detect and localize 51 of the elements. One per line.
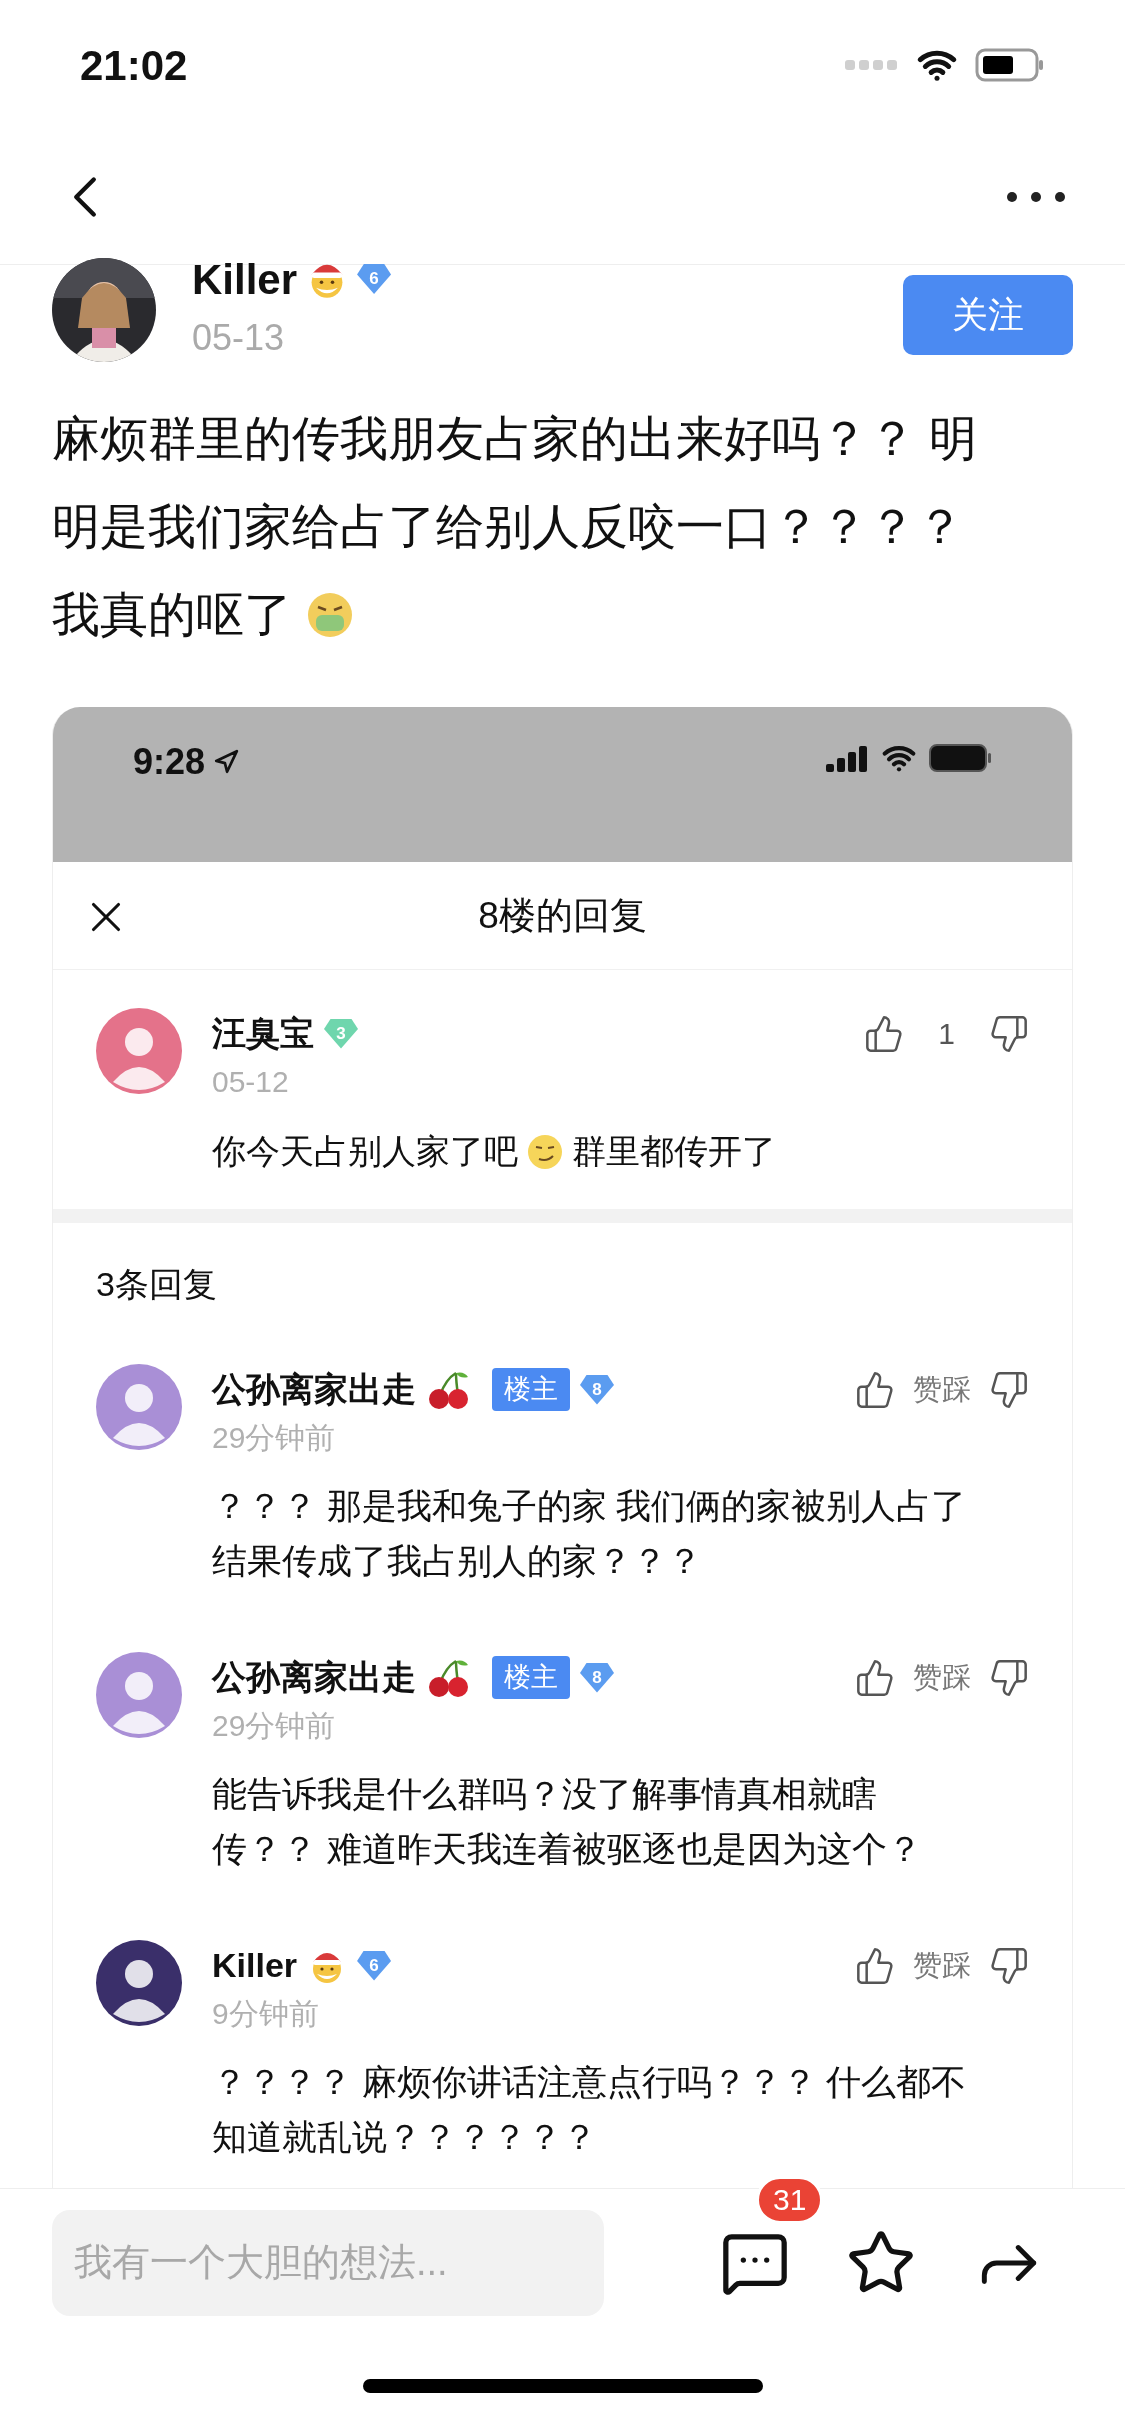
panel-title: 8楼的回复 (478, 893, 647, 938)
reply-text: ？？？？ 麻烦你讲话注意点行吗？？？ 什么都不知道就乱说？？？？？？ (212, 2061, 968, 2158)
dislike-icon[interactable] (989, 1013, 1029, 1054)
signal-icon (845, 58, 899, 72)
like-count: 1 (938, 1016, 955, 1052)
reply-text: 能告诉我是什么群吗？没了解事情真相就瞎传？？ 难道昨天我连着被驱逐也是因为这个？ (212, 1773, 923, 1870)
reply-count: 3条回复 (96, 1265, 217, 1303)
vote-label: 赞踩 (913, 1371, 971, 1407)
level-badge: 8 (580, 1662, 614, 1693)
location-icon (213, 749, 240, 775)
comment-text: 群里都传开了 (572, 1131, 776, 1172)
commenter-name[interactable]: 汪臭宝 (212, 1008, 314, 1059)
smirking-face-icon (526, 1132, 564, 1171)
battery-icon (928, 743, 992, 773)
owner-badge: 楼主 (492, 1656, 570, 1699)
level-badge: 6 (357, 264, 392, 294)
vote-label: 赞踩 (913, 1947, 971, 1983)
commenter-name[interactable]: 公孙离家出走 (212, 1652, 416, 1703)
like-icon[interactable] (855, 1945, 895, 1986)
reply-text: ？？？ 那是我和兔子的家 我们俩的家被别人占了结果传成了我占别人的家？？？ (212, 1485, 968, 1582)
level-badge: 3 (324, 1018, 358, 1049)
post-date: 05-13 (192, 315, 286, 360)
like-icon[interactable] (855, 1657, 895, 1698)
like-icon[interactable] (855, 1369, 895, 1410)
vote-label: 赞踩 (913, 1659, 971, 1695)
avatar-icon (96, 1364, 182, 1450)
dislike-icon[interactable] (989, 1657, 1029, 1698)
status-time: 9:28 (133, 740, 206, 784)
comment-date: 05-12 (212, 1064, 290, 1100)
commenter-name[interactable]: Killer (212, 1940, 298, 1991)
battery-icon (975, 48, 1045, 82)
comment-text: 你今天占别人家了吧 (212, 1131, 518, 1172)
like-icon[interactable] (864, 1013, 905, 1054)
reply-time: 9分钟前 (212, 1996, 320, 2032)
reply-time: 29分钟前 (212, 1708, 337, 1744)
avatar-icon (96, 1940, 182, 2026)
commenter-name[interactable]: 公孙离家出走 (212, 1364, 416, 1415)
owner-badge: 楼主 (492, 1368, 570, 1411)
reply-time: 29分钟前 (212, 1420, 337, 1456)
dislike-icon[interactable] (989, 1369, 1029, 1410)
avatar-icon (96, 1652, 182, 1738)
nauseated-face-icon (306, 591, 354, 639)
status-time: 21:02 (80, 40, 188, 91)
dislike-icon[interactable] (989, 1945, 1029, 1986)
post-text: 我真的呕了 (52, 587, 292, 643)
avatar-icon (96, 1008, 182, 1094)
signal-icon (826, 744, 870, 772)
author-name[interactable]: Killer (192, 247, 298, 311)
level-badge: 8 (580, 1374, 614, 1405)
level-badge: 6 (357, 1950, 392, 1981)
post-text: 麻烦群里的传我朋友占家的出来好吗？？ 明明是我们家给占了给别人反咬一口？？？？ (52, 411, 979, 555)
